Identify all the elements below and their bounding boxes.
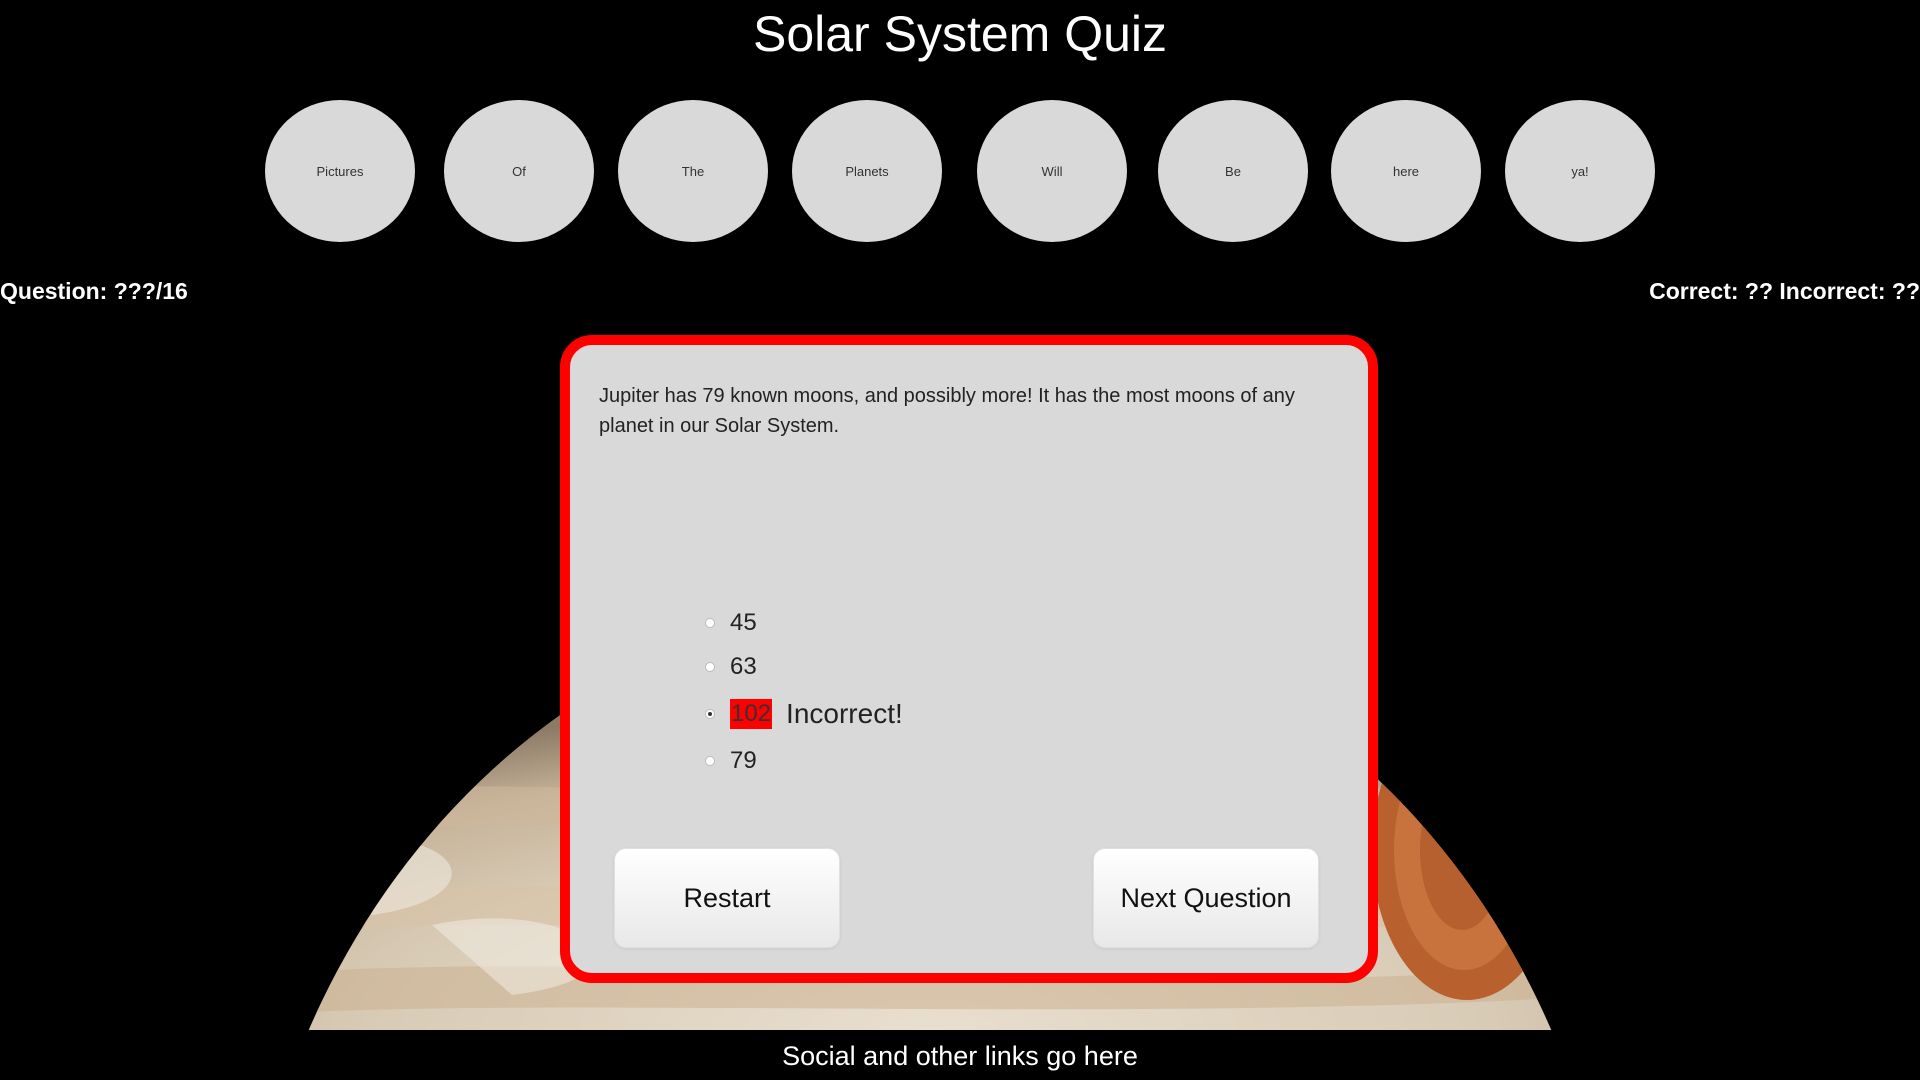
planet-label: ya! bbox=[1571, 163, 1589, 179]
planet-gallery: Pictures Of The Planets Will Be here ya! bbox=[0, 100, 1920, 242]
radio-button[interactable] bbox=[705, 756, 715, 766]
planet-picture-4[interactable]: Planets bbox=[792, 100, 942, 242]
quiz-page: Solar System Quiz Pictures Of The Planet… bbox=[0, 0, 1920, 1080]
answer-feedback: Incorrect! bbox=[786, 698, 903, 729]
answer-option-1[interactable]: 45 bbox=[705, 601, 903, 645]
planet-picture-5[interactable]: Will bbox=[977, 100, 1127, 242]
planet-label: The bbox=[681, 163, 705, 179]
planet-label: Will bbox=[1041, 163, 1063, 179]
answer-label-incorrect: 102 bbox=[730, 699, 773, 729]
answer-option-3[interactable]: 102 Incorrect! bbox=[705, 689, 903, 739]
planet-picture-7[interactable]: here bbox=[1331, 100, 1481, 242]
answer-label: 63 bbox=[730, 653, 757, 680]
planet-picture-6[interactable]: Be bbox=[1158, 100, 1308, 242]
radio-button[interactable] bbox=[705, 662, 715, 672]
planet-label: Of bbox=[512, 163, 526, 179]
answer-option-2[interactable]: 63 bbox=[705, 645, 903, 689]
answer-options: 45 63 102 Incorrect! 79 bbox=[705, 601, 903, 783]
restart-button[interactable]: Restart bbox=[614, 848, 840, 948]
planet-label: Pictures bbox=[316, 163, 364, 179]
planet-picture-3[interactable]: The bbox=[618, 100, 768, 242]
score-counter: Correct: ?? Incorrect: ?? bbox=[1649, 278, 1920, 304]
question-text: Jupiter has 79 known moons, and possibly… bbox=[599, 385, 1295, 437]
radio-button-selected[interactable] bbox=[705, 709, 715, 719]
planet-label: here bbox=[1392, 163, 1420, 179]
next-question-button[interactable]: Next Question bbox=[1093, 848, 1319, 948]
question-counter: Question: ???/16 bbox=[0, 278, 188, 304]
page-title: Solar System Quiz bbox=[752, 6, 1167, 62]
planet-picture-2[interactable]: Of bbox=[444, 100, 594, 242]
answer-label: 45 bbox=[730, 609, 757, 636]
answer-option-4[interactable]: 79 bbox=[705, 739, 903, 783]
planet-label: Be bbox=[1225, 163, 1241, 179]
planet-picture-1[interactable]: Pictures bbox=[265, 100, 415, 242]
planet-label: Planets bbox=[845, 163, 889, 179]
quiz-card: Jupiter has 79 known moons, and possibly… bbox=[560, 335, 1378, 983]
footer-links: Social and other links go here bbox=[782, 1041, 1138, 1071]
planet-picture-8[interactable]: ya! bbox=[1505, 100, 1655, 242]
radio-button[interactable] bbox=[705, 618, 715, 628]
answer-label: 79 bbox=[730, 747, 757, 774]
